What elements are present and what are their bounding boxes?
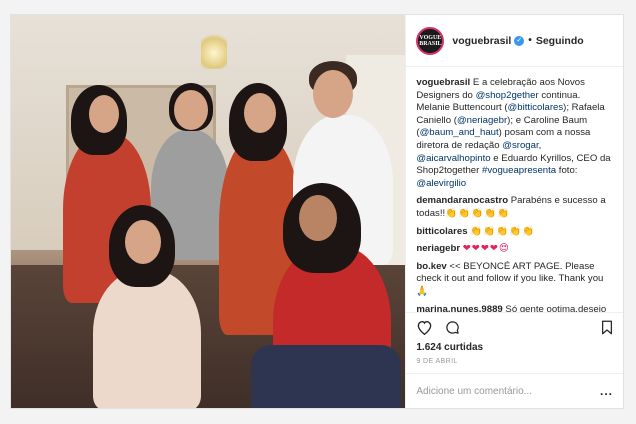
comment-item: bitticolares 👏👏👏👏👏 — [416, 226, 613, 239]
heart-icon[interactable] — [416, 320, 433, 335]
chandelier — [201, 29, 227, 69]
caption-link[interactable]: @aicarvalhopinto — [416, 153, 490, 164]
add-comment-bar: ... — [406, 373, 623, 408]
comment-username[interactable]: neriagebr — [416, 243, 460, 254]
caption-text: foto: — [556, 165, 578, 177]
post-sidebar: VOGUE BRASIL voguebrasil ✓ • Seguindo vo… — [406, 15, 623, 408]
caption-link[interactable]: @shop2gether — [476, 90, 539, 101]
comment-emoji: 🙏 — [416, 285, 430, 297]
header-separator: • — [528, 35, 532, 46]
bookmark-icon[interactable] — [601, 320, 613, 335]
caption-link[interactable]: @bitticolares — [508, 102, 564, 113]
comment-item: neriagebr ❤❤❤❤😍 — [416, 243, 613, 256]
comment-username[interactable]: bitticolares — [416, 226, 467, 237]
person-pink-dress — [93, 270, 201, 408]
comment-item: bo.kev << BEYONCÉ ART PAGE. Please check… — [416, 261, 613, 299]
post-header: VOGUE BRASIL voguebrasil ✓ • Seguindo — [406, 15, 623, 67]
comment-emoji: 👏👏👏👏👏 — [470, 225, 535, 237]
caption: voguebrasil E a celebração aos Novos Des… — [416, 77, 613, 190]
caption-link[interactable]: #vogueapresenta — [482, 165, 556, 176]
comment-username[interactable]: marina.nunes.9889 — [416, 304, 502, 313]
comment-username[interactable]: demandaranocastro — [416, 195, 508, 206]
comment-item: demandaranocastro Parabéns e sucesso a t… — [416, 195, 613, 220]
comment-item: marina.nunes.9889 Só gente ootima,desejo… — [416, 304, 613, 313]
caption-link[interactable]: @alevirgilio — [416, 178, 466, 189]
more-options-icon[interactable]: ... — [600, 384, 613, 398]
likes-count[interactable]: 1.624 curtidas — [406, 341, 623, 355]
caption-link[interactable]: @neriagebr — [457, 115, 507, 126]
caption-username[interactable]: voguebrasil — [416, 77, 470, 88]
comment-emoji: 👏👏👏👏👏 — [445, 207, 510, 219]
verified-badge-icon: ✓ — [514, 35, 525, 46]
add-comment-input[interactable] — [416, 385, 600, 397]
comment-username[interactable]: bo.kev — [416, 261, 446, 272]
header-username[interactable]: voguebrasil — [452, 35, 511, 47]
caption-link[interactable]: @srogar — [502, 140, 538, 151]
following-button[interactable]: Seguindo — [536, 35, 584, 47]
instagram-post: VOGUE BRASIL voguebrasil ✓ • Seguindo vo… — [10, 14, 624, 409]
actions-bar — [406, 312, 623, 341]
profile-avatar[interactable]: VOGUE BRASIL — [416, 26, 445, 55]
post-date: 9 DE ABRIL — [416, 358, 458, 365]
comments-list: voguebrasil E a celebração aos Novos Des… — [406, 67, 623, 312]
striped-skirt — [251, 345, 401, 408]
comment-bubble-icon[interactable] — [445, 320, 460, 335]
caption-text: , — [538, 139, 542, 151]
post-photo[interactable] — [11, 15, 407, 408]
caption-link[interactable]: @baum_and_haut — [420, 127, 499, 138]
comment-emoji: ❤❤❤❤😍 — [462, 243, 510, 255]
